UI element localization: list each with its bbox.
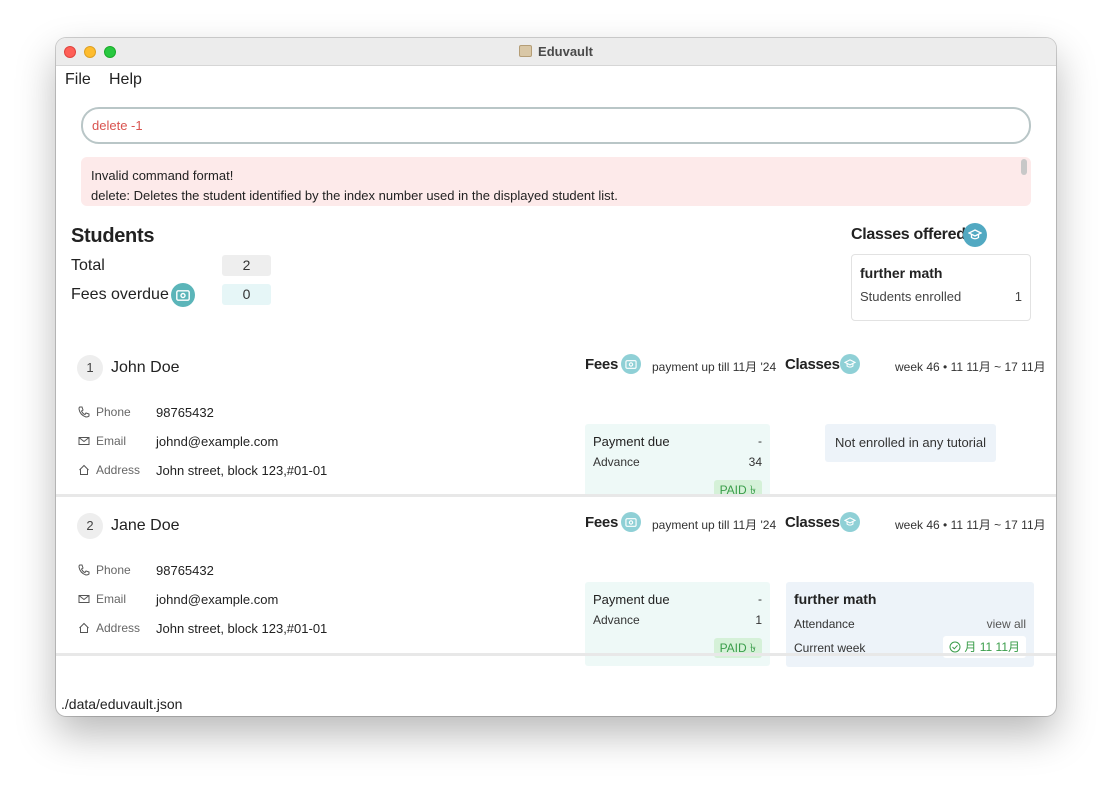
fees-overdue-value: 0 (222, 284, 271, 305)
class-name: further math (860, 265, 943, 281)
week-info: week 46 • 11 11月 ~ 17 11月 (895, 360, 1046, 374)
mail-icon (78, 595, 90, 603)
payment-due-label: Payment due (593, 434, 670, 449)
phone-value: 98765432 (156, 405, 214, 420)
phone-label: Phone (96, 563, 131, 577)
attendance-label: Attendance (794, 617, 855, 631)
phone-value: 98765432 (156, 563, 214, 578)
classes-offered-title: Classes offered (851, 226, 966, 243)
result-display: Invalid command format! delete: Deletes … (81, 157, 1031, 206)
graduation-cap-icon (840, 512, 860, 532)
payment-due-label: Payment due (593, 592, 670, 607)
advance-label: Advance (593, 613, 640, 627)
result-line: Invalid command format! (91, 168, 234, 183)
address-value: John street, block 123,#01-01 (156, 621, 328, 636)
app-window: Eduvault File Help delete -1 Invalid com… (56, 38, 1056, 716)
menu-bar: File Help (56, 66, 1056, 94)
window-title: Eduvault (56, 44, 1056, 59)
check-circle-icon (949, 641, 961, 653)
fees-title: Fees (585, 514, 618, 531)
graduation-cap-icon (840, 354, 860, 374)
home-icon (79, 464, 89, 475)
current-week-value: 月 11 11月 (964, 640, 1020, 654)
payment-due-value: - (758, 592, 762, 606)
student-index: 1 (77, 355, 103, 381)
result-scrollbar[interactable] (1021, 159, 1027, 175)
class-card[interactable]: further math Students enrolled 1 (851, 254, 1031, 321)
no-tutorial-message: Not enrolled in any tutorial (825, 424, 996, 462)
address-label: Address (96, 463, 141, 477)
address-label: Address (96, 621, 141, 635)
money-icon (621, 354, 641, 374)
student-card[interactable]: 2 Jane Doe Phone 98765432 Email johnd@ex… (56, 497, 1056, 667)
advance-label: Advance (593, 455, 640, 469)
email-value: johnd@example.com (156, 434, 279, 449)
money-icon (171, 283, 195, 307)
row-divider (56, 653, 1056, 656)
student-card[interactable]: 1 John Doe Phone 98765432 Email johnd@ex… (56, 336, 1056, 508)
classes-title: Classes (785, 514, 840, 531)
students-title: Students (71, 225, 155, 247)
phone-icon (78, 406, 90, 418)
save-location-status: ./data/eduvault.json (61, 696, 183, 712)
students-enrolled-label: Students enrolled (860, 289, 962, 304)
phone-icon (78, 564, 90, 576)
command-input[interactable]: delete -1 (81, 107, 1031, 144)
title-bar: Eduvault (56, 38, 1056, 66)
email-value: johnd@example.com (156, 592, 279, 607)
payment-due-value: - (758, 434, 762, 448)
view-all-link[interactable]: view all (987, 617, 1026, 631)
advance-value: 1 (755, 613, 762, 627)
week-info: week 46 • 11 11月 ~ 17 11月 (895, 518, 1046, 532)
total-value: 2 (222, 255, 271, 276)
advance-value: 34 (748, 455, 762, 469)
students-enrolled-count: 1 (1014, 289, 1022, 304)
menu-help[interactable]: Help (109, 71, 142, 89)
payment-up-till: payment up till 11月 '24 (652, 360, 777, 374)
fees-title: Fees (585, 356, 618, 373)
classes-title: Classes (785, 356, 840, 373)
address-value: John street, block 123,#01-01 (156, 463, 328, 478)
student-index: 2 (77, 513, 103, 539)
money-icon (621, 512, 641, 532)
student-name: John Doe (111, 359, 180, 376)
email-label: Email (96, 434, 127, 448)
mail-icon (78, 437, 90, 445)
tutorial-name: further math (794, 591, 877, 607)
phone-label: Phone (96, 405, 131, 419)
app-icon (519, 45, 533, 57)
menu-file[interactable]: File (65, 71, 91, 89)
total-label: Total (71, 257, 105, 274)
result-line: delete: Deletes the student identified b… (91, 188, 618, 203)
fees-overdue-label: Fees overdue (71, 286, 169, 303)
payment-up-till: payment up till 11月 '24 (652, 518, 777, 532)
email-label: Email (96, 592, 127, 606)
student-name: Jane Doe (111, 517, 180, 534)
command-input-text: delete -1 (92, 118, 143, 133)
home-icon (79, 622, 89, 633)
graduation-cap-icon (963, 223, 987, 247)
